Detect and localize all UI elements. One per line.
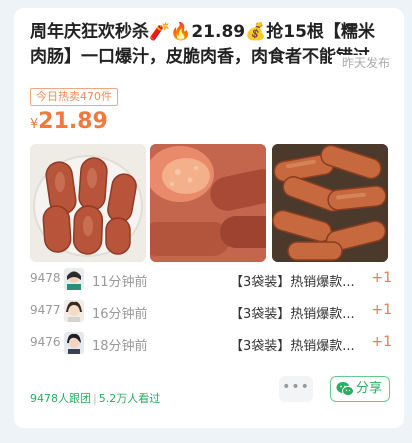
follower-number: 9476 — [30, 335, 61, 349]
posted-time: 昨天发布 — [331, 55, 390, 71]
more-icon: ••• — [282, 379, 310, 395]
follower-row[interactable]: 9477 16分钟前 【3袋装】热销爆款... +1 — [30, 298, 392, 326]
follower-number: 9477 — [30, 303, 61, 317]
product-image-2[interactable] — [150, 144, 266, 262]
more-button[interactable]: ••• — [279, 376, 313, 402]
product-images — [30, 144, 388, 262]
order-quantity: +1 — [371, 334, 392, 350]
share-label: 分享 — [356, 381, 383, 396]
stats-divider: | — [93, 392, 97, 405]
follow-time: 18分钟前 — [92, 339, 148, 354]
avatar — [64, 332, 84, 354]
hot-sales-badge: 今日热卖470件 — [30, 88, 118, 106]
follower-row[interactable]: 9476 18分钟前 【3袋装】热销爆款... +1 — [30, 330, 392, 358]
price: ¥21.89 — [30, 109, 108, 134]
order-description: 【3袋装】热销爆款... — [230, 307, 355, 322]
product-image-1[interactable] — [30, 144, 146, 262]
order-quantity: +1 — [371, 270, 392, 286]
follow-time: 11分钟前 — [92, 275, 148, 290]
follower-number: 9478 — [30, 271, 61, 285]
order-quantity: +1 — [371, 302, 392, 318]
order-description: 【3袋装】热销爆款... — [230, 275, 355, 290]
order-description: 【3袋装】热销爆款... — [230, 339, 355, 354]
product-image-3[interactable] — [272, 144, 388, 262]
view-count: 5.2万人看过 — [98, 392, 161, 405]
post-stats: 9478人跟团 | 5.2万人看过 — [30, 390, 160, 406]
price-value: 21.89 — [38, 109, 108, 134]
post-card[interactable]: 周年庆狂欢秒杀🧨🔥21.89💰抢15根【糯米肉肠】一口爆汁，皮脆肉香，肉食者不能… — [14, 8, 404, 428]
avatar — [64, 268, 84, 290]
avatar — [64, 300, 84, 322]
wechat-icon — [336, 382, 354, 397]
follow-time: 16分钟前 — [92, 307, 148, 322]
followed-count: 9478人跟团 — [30, 392, 91, 405]
follower-row[interactable]: 9478 11分钟前 【3袋装】热销爆款... +1 — [30, 266, 392, 294]
share-button[interactable]: 分享 — [330, 376, 390, 402]
